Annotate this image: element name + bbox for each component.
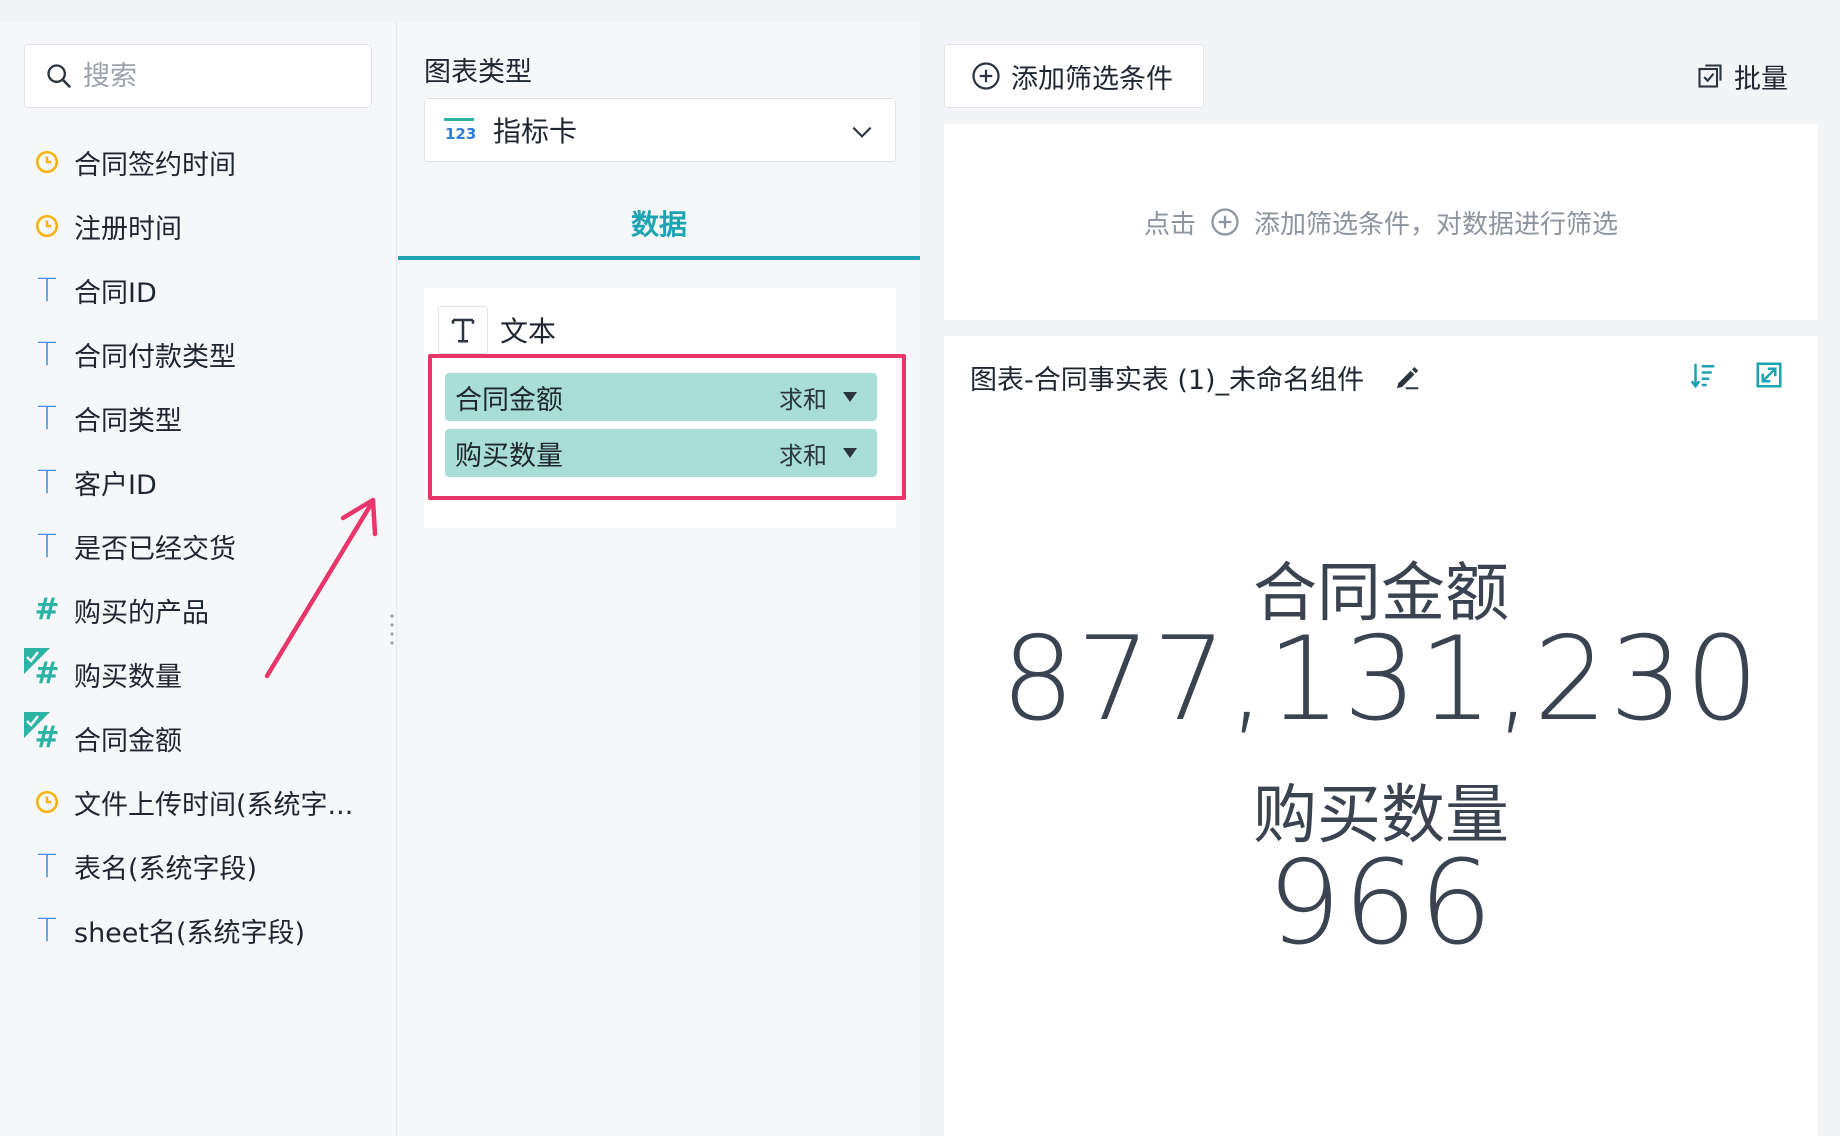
number-type-icon: #	[34, 592, 60, 627]
field-label: 客户ID	[74, 469, 157, 501]
measure-pill-aggregation[interactable]: 求和	[779, 380, 827, 415]
metric-value: 966	[1267, 836, 1495, 971]
field-label: 文件上传时间(系统字...	[74, 789, 354, 821]
field-label: 合同金额	[74, 725, 182, 757]
svg-text:123: 123	[445, 125, 475, 143]
text-mark-button[interactable]	[438, 306, 488, 354]
field-item[interactable]: T 表名(系统字段)	[0, 834, 397, 898]
measure-pill-purchase-quantity[interactable]: 购买数量 求和	[445, 429, 877, 477]
selected-check-icon	[24, 648, 50, 674]
top-bar	[0, 0, 1840, 22]
text-type-icon: T	[37, 463, 57, 501]
search-input[interactable]	[83, 60, 363, 92]
caret-down-icon[interactable]	[841, 446, 859, 460]
filter-hint-prefix: 点击	[1143, 209, 1196, 240]
field-item[interactable]: # 购买的产品	[0, 578, 397, 642]
expand-icon[interactable]	[1754, 360, 1784, 390]
measure-pill-contract-amount[interactable]: 合同金额 求和	[445, 373, 877, 421]
config-panel: 图表类型 123 指标卡 数据 文本	[398, 22, 920, 1136]
text-type-icon: T	[37, 527, 57, 565]
selected-check-icon	[24, 712, 50, 738]
caret-down-icon[interactable]	[841, 390, 859, 404]
chevron-down-icon	[852, 126, 872, 138]
field-label: 注册时间	[74, 213, 182, 245]
text-type-icon: T	[37, 335, 57, 373]
field-item[interactable]: 文件上传时间(系统字...	[0, 770, 397, 834]
field-label: sheet名(系统字段)	[74, 917, 306, 949]
measure-pill-name: 购买数量	[455, 440, 563, 472]
filter-area: 点击 添加筛选条件，对数据进行筛选	[944, 124, 1818, 320]
measure-pill-name: 合同金额	[455, 384, 563, 416]
plus-circle-icon	[972, 62, 1000, 90]
tab-data[interactable]: 数据	[398, 190, 920, 260]
search-icon	[47, 64, 71, 88]
field-item[interactable]: T 客户ID	[0, 450, 397, 514]
add-filter-label: 添加筛选条件	[1011, 63, 1173, 95]
field-item[interactable]: T 合同付款类型	[0, 322, 397, 386]
sort-icon[interactable]	[1688, 360, 1718, 390]
field-item[interactable]: 合同签约时间	[0, 130, 397, 194]
clock-icon	[34, 147, 60, 177]
mark-label: 文本	[500, 315, 557, 348]
field-label: 是否已经交货	[74, 533, 236, 565]
chart-title: 图表-合同事实表 (1)_未命名组件	[970, 365, 1365, 396]
field-label: 合同类型	[74, 405, 182, 437]
batch-edit-icon	[1698, 64, 1722, 88]
metric-card-preview: 图表-合同事实表 (1)_未命名组件 合同金额 877,131,230 购买数量…	[944, 336, 1818, 1136]
metric-value: 877,131,230	[1001, 612, 1761, 747]
batch-label: 批量	[1734, 63, 1788, 95]
text-type-icon: T	[37, 399, 57, 437]
text-type-icon: T	[37, 911, 57, 949]
field-label: 合同付款类型	[74, 341, 236, 373]
field-item[interactable]: T 合同类型	[0, 386, 397, 450]
metric-card-icon: 123	[444, 118, 475, 143]
field-item[interactable]: Tsheet名(系统字段)	[0, 898, 397, 962]
text-type-icon: T	[37, 271, 57, 309]
filter-hint-suffix: 添加筛选条件，对数据进行筛选	[1254, 209, 1619, 240]
chart-type-title: 图表类型	[424, 57, 532, 88]
add-filter-button[interactable]: 添加筛选条件	[944, 44, 1204, 108]
plus-circle-icon[interactable]	[1210, 207, 1240, 237]
field-list: 合同签约时间 注册时间 T 合同ID T 合同付款类型 T 合同类型 T 客户ID T 是否已经交货 #…	[0, 130, 397, 962]
clock-icon	[34, 787, 60, 817]
field-item[interactable]: 注册时间	[0, 194, 397, 258]
chart-type-select[interactable]: 123 指标卡	[424, 98, 896, 162]
field-item[interactable]: T 合同ID	[0, 258, 397, 322]
field-panel: 合同签约时间注册时间 T 合同ID T 合同付款类型 T 合同类型 T 客户ID T 是否已经交货 #…	[0, 22, 402, 1136]
text-type-icon: T	[37, 847, 57, 885]
field-item[interactable]: T 是否已经交货	[0, 514, 397, 578]
field-label: 购买数量	[74, 661, 182, 693]
field-label: 合同ID	[74, 277, 157, 309]
mark-header: 文本	[438, 306, 556, 354]
field-item[interactable]: # 购买数量	[0, 642, 397, 706]
edit-pencil-icon[interactable]	[1392, 362, 1422, 392]
text-mark-icon	[451, 318, 475, 343]
filter-hint: 点击 添加筛选条件，对数据进行筛选	[1144, 204, 1618, 241]
batch-button[interactable]: 批量	[1696, 56, 1788, 96]
field-label: 合同签约时间	[74, 149, 236, 181]
measure-pill-aggregation[interactable]: 求和	[779, 436, 827, 471]
field-label: 表名(系统字段)	[74, 853, 258, 885]
field-label: 购买的产品	[74, 597, 209, 629]
clock-icon	[34, 211, 60, 241]
search-box[interactable]	[24, 44, 372, 108]
field-item[interactable]: # 合同金额	[0, 706, 397, 770]
chart-type-value: 指标卡	[493, 115, 578, 148]
